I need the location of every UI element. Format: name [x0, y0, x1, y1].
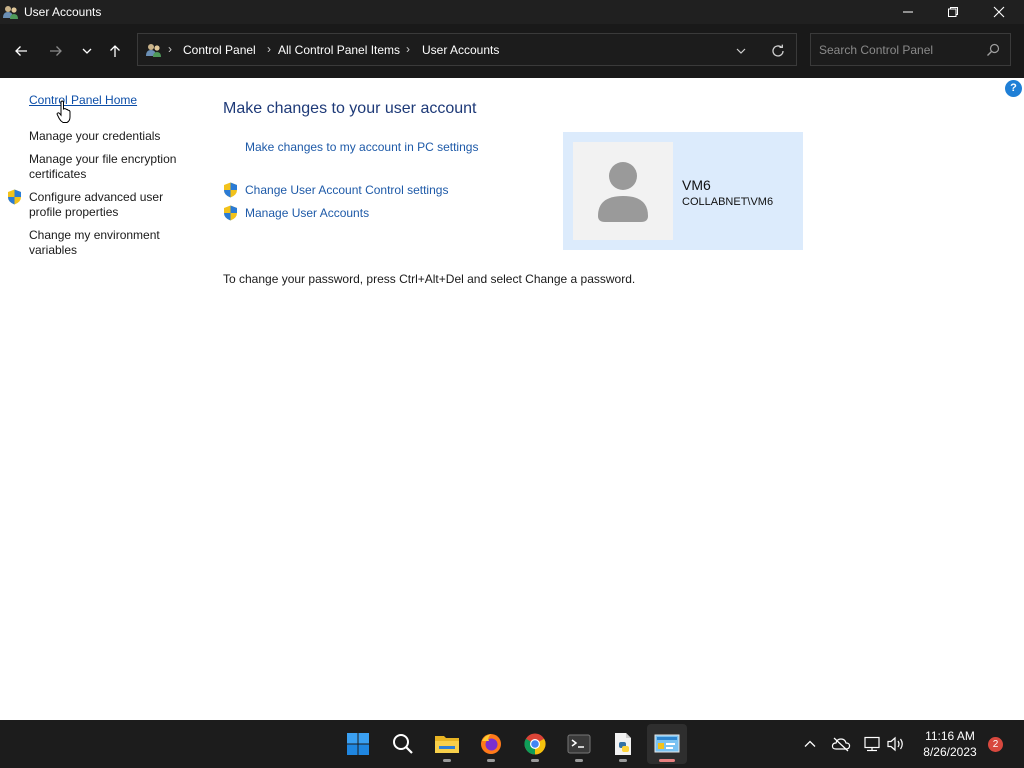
sidebar-item-advanced-profile[interactable]: Configure advanced user profile properti…: [29, 190, 179, 220]
clock-date: 8/26/2023: [923, 745, 977, 759]
navigation-bar: › Control Panel › All Control Panel Item…: [0, 24, 1024, 78]
python-file-icon: [615, 733, 631, 755]
forward-button[interactable]: [43, 38, 69, 64]
uac-shield-icon: [7, 189, 22, 205]
search-icon[interactable]: [986, 43, 1000, 57]
clock-time: 11:16 AM: [925, 729, 975, 743]
breadcrumb-all-items[interactable]: All Control Panel Items: [278, 43, 400, 57]
notification-badge[interactable]: 2: [988, 737, 1003, 752]
back-button[interactable]: [8, 38, 34, 64]
taskbar-control-panel[interactable]: [647, 724, 687, 764]
sidebar-item-environment-variables[interactable]: Change my environment variables: [29, 228, 179, 258]
sidebar-item-manage-credentials[interactable]: Manage your credentials: [29, 129, 189, 144]
taskbar-firefox[interactable]: [471, 724, 511, 764]
sidebar-item-file-encryption[interactable]: Manage your file encryption certificates: [29, 152, 184, 182]
help-icon[interactable]: ?: [1005, 80, 1022, 97]
onedrive-button[interactable]: [830, 720, 852, 768]
manage-user-accounts-link[interactable]: Manage User Accounts: [245, 206, 369, 220]
running-indicator: [531, 759, 539, 762]
minimize-button[interactable]: [885, 0, 931, 24]
cloud-offline-icon: [831, 737, 851, 752]
user-accounts-icon: [2, 3, 20, 21]
address-bar[interactable]: › Control Panel › All Control Panel Item…: [137, 33, 797, 66]
search-input[interactable]: [811, 34, 981, 65]
volume-button[interactable]: [885, 720, 907, 768]
title-bar: User Accounts: [0, 0, 1024, 24]
close-button[interactable]: [976, 0, 1022, 24]
up-button[interactable]: [102, 38, 128, 64]
pc-settings-link[interactable]: Make changes to my account in PC setting…: [245, 140, 478, 154]
uac-settings-link[interactable]: Change User Account Control settings: [245, 183, 448, 197]
taskbar-terminal[interactable]: [559, 724, 599, 764]
start-icon: [347, 733, 369, 755]
start-button[interactable]: [338, 724, 378, 764]
taskbar-python-file[interactable]: [603, 724, 643, 764]
breadcrumb-control-panel[interactable]: Control Panel: [183, 43, 256, 57]
taskbar-file-explorer[interactable]: [427, 724, 467, 764]
user-domain: COLLABNET\VM6: [682, 196, 774, 208]
page-title: Make changes to your user account: [223, 100, 477, 117]
address-dropdown-icon[interactable]: [734, 44, 748, 58]
arrow-up-icon: [110, 45, 120, 57]
breadcrumb-user-accounts[interactable]: User Accounts: [422, 43, 499, 57]
restore-button[interactable]: [930, 0, 976, 24]
chevron-up-icon: [804, 740, 816, 747]
breadcrumb-separator-icon[interactable]: ›: [406, 42, 410, 56]
content-pane: Control Panel Home Manage your credentia…: [0, 78, 1024, 720]
uac-shield-icon: [223, 205, 238, 221]
search-icon: [393, 734, 413, 754]
active-indicator: [659, 759, 675, 762]
running-indicator: [443, 759, 451, 762]
chrome-icon: [524, 733, 546, 755]
uac-shield-icon: [223, 182, 238, 198]
search-box[interactable]: [810, 33, 1011, 66]
user-name: VM6: [682, 177, 711, 193]
avatar: [573, 142, 673, 240]
speaker-icon: [887, 736, 903, 752]
taskbar-search-button[interactable]: [383, 724, 423, 764]
firefox-icon: [481, 734, 501, 754]
taskbar-chrome[interactable]: [515, 724, 555, 764]
control-panel-icon: [654, 734, 680, 753]
hand-cursor-icon: [56, 100, 71, 123]
breadcrumb-separator-icon[interactable]: ›: [168, 42, 172, 56]
running-indicator: [575, 759, 583, 762]
restore-icon: [948, 7, 958, 17]
recent-locations-button[interactable]: [74, 38, 100, 64]
user-silhouette-icon: [598, 162, 648, 222]
window-title: User Accounts: [24, 5, 102, 19]
close-icon: [993, 6, 1005, 18]
show-hidden-icons-button[interactable]: [800, 720, 820, 768]
arrow-right-icon: [50, 46, 62, 56]
user-accounts-icon: [145, 41, 163, 59]
minimize-icon: [903, 11, 913, 13]
file-explorer-icon: [435, 736, 459, 753]
sidebar-item-control-panel-home[interactable]: Control Panel Home: [29, 93, 189, 108]
clock[interactable]: 11:16 AM 8/26/2023: [908, 728, 992, 760]
arrow-left-icon: [15, 46, 27, 56]
user-card: VM6 COLLABNET\VM6: [563, 132, 803, 250]
network-icon: [864, 736, 880, 752]
terminal-icon: [567, 734, 591, 754]
breadcrumb-separator-icon[interactable]: ›: [267, 42, 271, 56]
password-note: To change your password, press Ctrl+Alt+…: [223, 272, 636, 286]
taskbar: 11:16 AM 8/26/2023 2: [0, 720, 1024, 768]
refresh-icon[interactable]: [770, 43, 786, 59]
chevron-down-icon: [82, 48, 92, 54]
running-indicator: [487, 759, 495, 762]
running-indicator: [619, 759, 627, 762]
network-button[interactable]: [861, 720, 883, 768]
